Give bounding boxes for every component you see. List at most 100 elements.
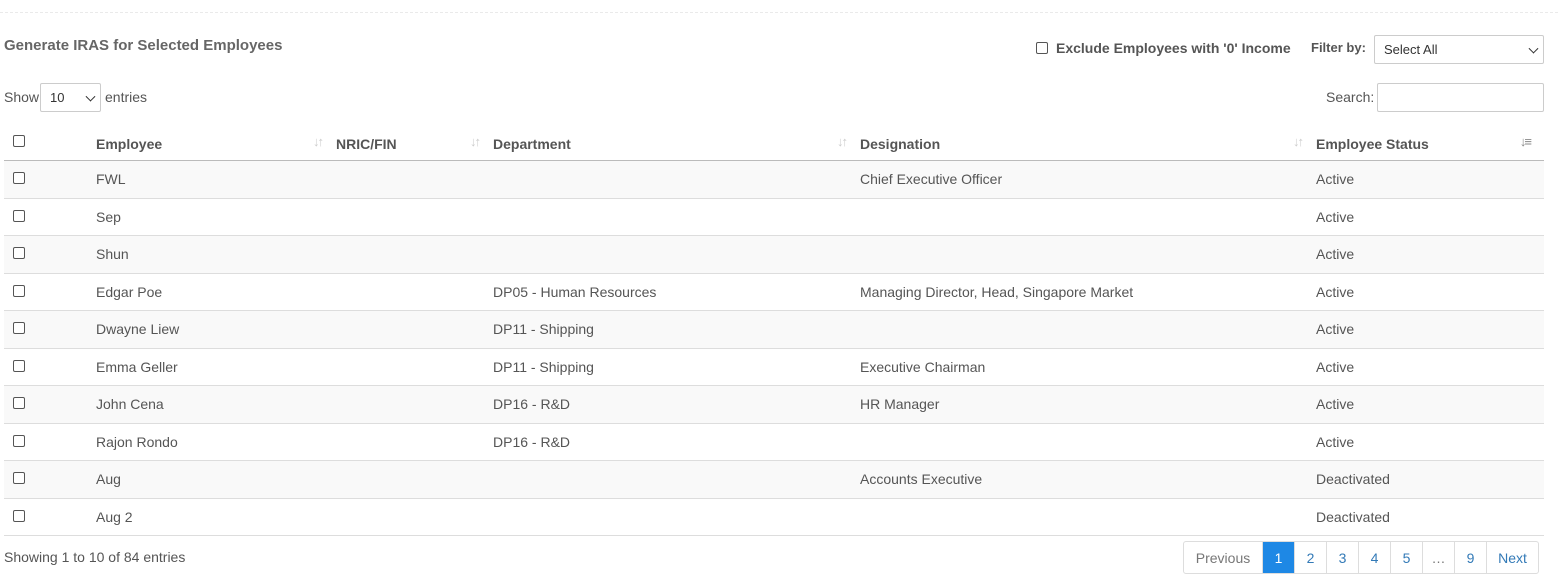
row-checkbox[interactable] <box>13 397 25 410</box>
cell-employee-status: Active <box>1316 160 1544 199</box>
row-select-cell <box>4 235 96 274</box>
cell-employee-status: Active <box>1316 310 1544 349</box>
table-row: Rajon Rondo DP16 - R&D Active <box>4 423 1544 461</box>
cell-nric <box>336 348 493 386</box>
entries-per-page-select[interactable]: 10 <box>40 83 101 112</box>
pagination: Previous 1 2 3 4 5 … 9 Next <box>1183 541 1539 574</box>
page-button-4[interactable]: 4 <box>1358 542 1390 573</box>
cell-nric <box>336 498 493 536</box>
cell-employee: Edgar Poe <box>96 273 336 311</box>
filter-label: Filter by: <box>1311 40 1366 55</box>
row-checkbox[interactable] <box>13 472 25 485</box>
chevron-down-icon <box>1528 43 1539 54</box>
cell-department: DP05 - Human Resources <box>493 273 860 311</box>
cell-nric <box>336 385 493 424</box>
row-checkbox[interactable] <box>13 322 25 335</box>
cell-designation: Managing Director, Head, Singapore Marke… <box>860 273 1316 311</box>
row-checkbox[interactable] <box>13 434 25 447</box>
table-row: FWL Chief Executive Officer Active <box>4 160 1544 199</box>
search-input[interactable] <box>1377 83 1544 112</box>
cell-employee: FWL <box>96 160 336 199</box>
cell-employee: Shun <box>96 235 336 274</box>
cell-department <box>493 498 860 536</box>
cell-nric <box>336 423 493 461</box>
row-select-cell <box>4 310 96 349</box>
cell-employee: Dwayne Liew <box>96 310 336 349</box>
cell-employee-status: Active <box>1316 198 1544 236</box>
cell-employee-status: Active <box>1316 385 1544 424</box>
column-header-employee-status[interactable]: Employee Status ↓≡ <box>1316 123 1544 161</box>
cell-department: DP11 - Shipping <box>493 348 860 386</box>
filter-select-value: Select All <box>1384 42 1438 57</box>
entries-per-page-value: 10 <box>50 90 65 105</box>
cell-nric <box>336 310 493 349</box>
exclude-zero-income-checkbox[interactable] <box>1036 42 1048 54</box>
show-label: Show <box>4 89 40 105</box>
cell-designation: Executive Chairman <box>860 348 1316 386</box>
table-row: John Cena DP16 - R&D HR Manager Active <box>4 385 1544 424</box>
cell-employee: John Cena <box>96 385 336 424</box>
table-row: Sep Active <box>4 198 1544 236</box>
cell-employee: Sep <box>96 198 336 236</box>
table-row: Aug Accounts Executive Deactivated <box>4 460 1544 499</box>
sort-icon: ↓↑ <box>313 134 324 149</box>
row-select-cell <box>4 498 96 536</box>
row-checkbox[interactable] <box>13 209 25 222</box>
page-button-9[interactable]: 9 <box>1454 542 1486 573</box>
cell-employee: Emma Geller <box>96 348 336 386</box>
cell-nric <box>336 235 493 274</box>
cell-department <box>493 160 860 199</box>
cell-designation <box>860 498 1316 536</box>
cell-employee: Rajon Rondo <box>96 423 336 461</box>
table-header-row: Employee ↓↑ NRIC/FIN ↓↑ Department ↓↑ Desig… <box>4 123 1544 161</box>
cell-nric <box>336 160 493 199</box>
cell-designation: Accounts Executive <box>860 460 1316 499</box>
row-checkbox[interactable] <box>13 359 25 372</box>
chevron-down-icon <box>85 91 96 102</box>
column-header-employee[interactable]: Employee ↓↑ <box>96 123 336 161</box>
row-select-cell <box>4 423 96 461</box>
page-button-3[interactable]: 3 <box>1326 542 1358 573</box>
sort-ascending-icon: ↓≡ <box>1519 134 1532 149</box>
cell-department: DP16 - R&D <box>493 423 860 461</box>
sort-icon: ↓↑ <box>470 134 481 149</box>
next-page-button[interactable]: Next <box>1486 542 1538 573</box>
row-checkbox[interactable] <box>13 172 25 185</box>
cell-employee-status: Deactivated <box>1316 498 1544 536</box>
cell-employee-status: Active <box>1316 273 1544 311</box>
search-label: Search: <box>1326 89 1375 105</box>
row-select-cell <box>4 198 96 236</box>
cell-designation <box>860 235 1316 274</box>
row-select-cell <box>4 273 96 311</box>
exclude-zero-income-toggle[interactable]: Exclude Employees with '0' Income <box>1036 40 1291 56</box>
filter-select[interactable]: Select All <box>1374 35 1544 64</box>
row-select-cell <box>4 460 96 499</box>
cell-designation <box>860 423 1316 461</box>
table-row: Edgar Poe DP05 - Human Resources Managing … <box>4 273 1544 311</box>
page-title: Generate IRAS for Selected Employees <box>4 37 283 54</box>
page-button-5[interactable]: 5 <box>1390 542 1422 573</box>
cell-department <box>493 460 860 499</box>
row-select-cell <box>4 160 96 199</box>
previous-page-button[interactable]: Previous <box>1184 542 1262 573</box>
page-button-2[interactable]: 2 <box>1294 542 1326 573</box>
cell-employee-status: Active <box>1316 235 1544 274</box>
column-header-designation[interactable]: Designation ↓↑ <box>860 123 1316 161</box>
row-checkbox[interactable] <box>13 509 25 522</box>
select-all-checkbox[interactable] <box>13 134 25 147</box>
table-row: Dwayne Liew DP11 - Shipping Active <box>4 310 1544 349</box>
cell-employee: Aug 2 <box>96 498 336 536</box>
sort-icon: ↓↑ <box>837 134 848 149</box>
column-header-department[interactable]: Department ↓↑ <box>493 123 860 161</box>
cell-designation <box>860 198 1316 236</box>
entries-label: entries <box>105 89 148 105</box>
cell-employee: Aug <box>96 460 336 499</box>
row-checkbox[interactable] <box>13 247 25 260</box>
page-button-1[interactable]: 1 <box>1262 542 1294 573</box>
cell-nric <box>336 273 493 311</box>
column-header-nric[interactable]: NRIC/FIN ↓↑ <box>336 123 493 161</box>
select-all-cell <box>4 123 96 161</box>
row-checkbox[interactable] <box>13 284 25 297</box>
cell-nric <box>336 460 493 499</box>
cell-employee-status: Active <box>1316 423 1544 461</box>
